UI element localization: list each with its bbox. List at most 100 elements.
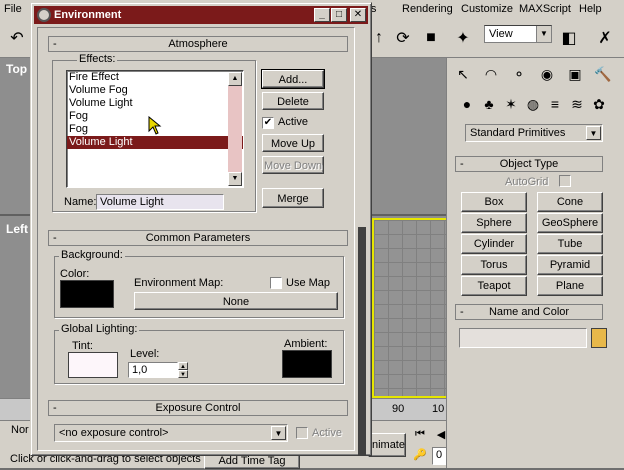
utilities-tab-icon[interactable]: 🔨 bbox=[591, 62, 615, 86]
exposure-active-checkbox[interactable] bbox=[296, 427, 308, 439]
level-label: Level: bbox=[130, 348, 160, 360]
dropdown-value: <no exposure control> bbox=[59, 427, 169, 439]
dialog-title-bar[interactable]: Environment _ □ ✕ bbox=[34, 6, 368, 24]
environment-map-button[interactable]: None bbox=[134, 292, 338, 310]
dialog-scrollbar[interactable] bbox=[357, 27, 367, 455]
menu-customize[interactable]: Customize bbox=[461, 3, 513, 15]
geosphere-button[interactable]: GeoSphere bbox=[537, 213, 603, 233]
cylinder-button[interactable]: Cylinder bbox=[461, 234, 527, 254]
object-type-rollout[interactable]: - Object Type bbox=[455, 156, 603, 172]
merge-button[interactable]: Merge bbox=[262, 188, 324, 208]
maximize-button[interactable]: □ bbox=[331, 8, 347, 22]
lights-icon[interactable]: ✶ bbox=[499, 92, 523, 116]
scroll-up-icon[interactable]: ▲ bbox=[228, 72, 242, 86]
viewport-left-label[interactable]: Left bbox=[6, 222, 28, 236]
menu-maxscript[interactable]: MAXScript bbox=[519, 3, 571, 15]
pyramid-button[interactable]: Pyramid bbox=[537, 255, 603, 275]
undo-icon[interactable]: ↶ bbox=[4, 24, 30, 52]
list-item[interactable]: Volume Fog bbox=[67, 84, 243, 97]
viewport-grid bbox=[374, 220, 446, 396]
chevron-down-icon: ▼ bbox=[271, 426, 286, 440]
create-tab-icon[interactable]: ↖ bbox=[451, 62, 475, 86]
perspective-viewport[interactable] bbox=[372, 218, 446, 398]
geometry-icon[interactable]: ● bbox=[455, 92, 479, 116]
object-color-swatch[interactable] bbox=[591, 328, 607, 348]
exposure-control-dropdown[interactable]: <no exposure control> ▼ bbox=[54, 424, 288, 442]
rollout-toggle: - bbox=[53, 38, 57, 50]
close-button[interactable]: ✕ bbox=[350, 8, 366, 22]
ambient-color-swatch[interactable] bbox=[282, 350, 332, 378]
reference-coordinate-dropdown[interactable]: View ▼ bbox=[484, 25, 552, 43]
background-color-swatch[interactable] bbox=[60, 280, 114, 308]
dropdown-value: Standard Primitives bbox=[470, 127, 566, 139]
use-map-checkbox[interactable] bbox=[270, 277, 282, 289]
active-checkbox[interactable]: ✔ bbox=[262, 117, 274, 129]
menu-rendering[interactable]: Rendering bbox=[402, 3, 453, 15]
scroll-down-icon[interactable]: ▼ bbox=[228, 172, 242, 186]
ambient-label: Ambient: bbox=[284, 338, 328, 350]
cone-button[interactable]: Cone bbox=[537, 192, 603, 212]
move-up-button[interactable]: Move Up bbox=[262, 134, 324, 152]
primitive-type-dropdown[interactable]: Standard Primitives ▼ bbox=[465, 124, 603, 142]
tint-color-swatch[interactable] bbox=[68, 352, 118, 378]
key-icon[interactable]: 🔑 bbox=[410, 445, 430, 463]
dialog-title: Environment bbox=[54, 9, 122, 21]
object-name-field[interactable] bbox=[459, 328, 587, 348]
close-x-icon[interactable]: ✗ bbox=[592, 24, 618, 52]
level-spinner-field[interactable]: 1,0 bbox=[128, 362, 178, 378]
plane-button[interactable]: Plane bbox=[537, 276, 603, 296]
tube-button[interactable]: Tube bbox=[537, 234, 603, 254]
atmosphere-rollout[interactable]: - Atmosphere bbox=[48, 36, 348, 52]
exposure-active-label: Active bbox=[312, 427, 342, 439]
torus-button[interactable]: Torus bbox=[461, 255, 527, 275]
effects-list-scrollbar[interactable]: ▲ ▼ bbox=[228, 72, 242, 186]
box-button[interactable]: Box bbox=[461, 192, 527, 212]
sphere-button[interactable]: Sphere bbox=[461, 213, 527, 233]
teapot-button[interactable]: Teapot bbox=[461, 276, 527, 296]
environment-dialog-icon bbox=[37, 8, 51, 22]
chevron-down-icon: ▼ bbox=[586, 126, 601, 140]
go-to-start-icon[interactable]: ⏮ bbox=[410, 425, 430, 443]
chevron-down-icon: ▼ bbox=[536, 26, 551, 42]
autogrid-checkbox[interactable] bbox=[559, 175, 571, 187]
named-selection-icon[interactable]: ◧ bbox=[556, 24, 582, 52]
shapes-icon[interactable]: ♣ bbox=[477, 92, 501, 116]
systems-icon[interactable]: ✿ bbox=[587, 92, 611, 116]
name-and-color-rollout[interactable]: - Name and Color bbox=[455, 304, 603, 320]
add-button[interactable]: Add... bbox=[261, 69, 325, 89]
exposure-control-rollout[interactable]: - Exposure Control bbox=[48, 400, 348, 416]
cameras-icon[interactable]: ◍ bbox=[521, 92, 545, 116]
rotate-icon[interactable]: ⟳ bbox=[390, 24, 416, 52]
rollout-toggle: - bbox=[53, 232, 57, 244]
delete-button[interactable]: Delete bbox=[262, 92, 324, 110]
spinner-down-icon[interactable]: ▼ bbox=[178, 370, 188, 378]
helpers-icon[interactable]: ≡ bbox=[543, 92, 567, 116]
environment-map-label: Environment Map: bbox=[134, 277, 224, 289]
command-panel: ↖ ◠ ⚬ ◉ ▣ 🔨 ● ♣ ✶ ◍ ≡ ≋ ✿ Standard Primi… bbox=[446, 58, 624, 468]
level-spinner-arrows[interactable]: ▲ ▼ bbox=[178, 362, 188, 378]
list-item-selected[interactable]: Volume Light bbox=[67, 136, 243, 149]
display-tab-icon[interactable]: ▣ bbox=[563, 62, 587, 86]
animate-button[interactable]: nimate bbox=[368, 433, 406, 457]
move-down-button[interactable]: Move Down bbox=[262, 156, 324, 174]
viewport-top-label[interactable]: Top bbox=[6, 62, 27, 76]
menu-file[interactable]: File bbox=[4, 3, 22, 15]
minimize-button[interactable]: _ bbox=[314, 8, 330, 22]
common-parameters-rollout[interactable]: - Common Parameters bbox=[48, 230, 348, 246]
spinner-up-icon[interactable]: ▲ bbox=[178, 362, 188, 370]
space-warps-icon[interactable]: ≋ bbox=[565, 92, 589, 116]
list-item[interactable]: Fire Effect bbox=[67, 71, 243, 84]
motion-tab-icon[interactable]: ◉ bbox=[535, 62, 559, 86]
list-item[interactable]: Volume Light bbox=[67, 97, 243, 110]
effect-name-field[interactable]: Volume Light bbox=[96, 194, 224, 210]
menu-help[interactable]: Help bbox=[579, 3, 602, 15]
scale-icon[interactable]: ■ bbox=[418, 24, 444, 52]
hierarchy-tab-icon[interactable]: ⚬ bbox=[507, 62, 531, 86]
rollout-title: Exposure Control bbox=[155, 402, 241, 414]
modify-tab-icon[interactable]: ◠ bbox=[479, 62, 503, 86]
scrollbar-thumb[interactable] bbox=[358, 227, 366, 455]
effects-label: Effects: bbox=[77, 53, 118, 65]
active-label: Active bbox=[278, 116, 308, 128]
timeline-tick: 10 bbox=[432, 403, 445, 415]
manipulate-icon[interactable]: ✦ bbox=[450, 24, 476, 52]
